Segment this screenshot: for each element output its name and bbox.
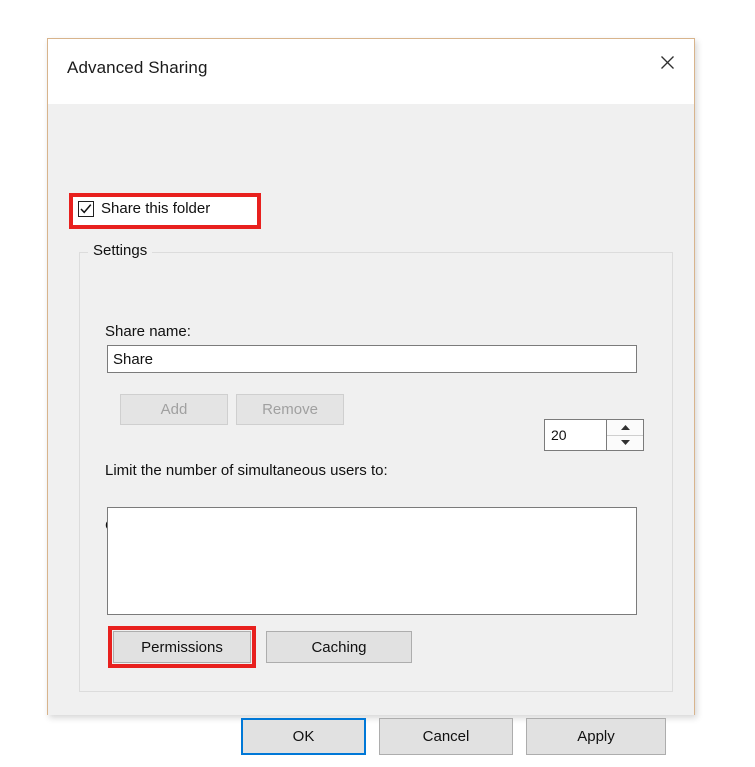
caching-button[interactable]: Caching — [266, 631, 412, 663]
user-limit-stepper[interactable] — [544, 419, 644, 451]
chevron-down-icon[interactable] — [607, 435, 643, 450]
ok-button[interactable]: OK — [241, 718, 366, 755]
share-name-label: Share name: — [105, 323, 191, 340]
apply-button[interactable]: Apply — [526, 718, 666, 755]
advanced-sharing-dialog: Advanced Sharing Share this folder Setti… — [47, 38, 695, 755]
user-limit-label: Limit the number of simultaneous users t… — [105, 462, 388, 479]
remove-button[interactable]: Remove — [236, 394, 344, 425]
chevron-up-glyph — [620, 424, 630, 430]
comments-textarea[interactable] — [107, 507, 637, 615]
dialog-body: Share this folder Settings Share name: A… — [48, 104, 694, 755]
dialog-title: Advanced Sharing — [67, 58, 208, 77]
share-this-folder-checkbox[interactable]: Share this folder — [78, 200, 210, 217]
settings-group-label: Settings — [88, 242, 153, 259]
permissions-button[interactable]: Permissions — [113, 631, 251, 663]
cancel-button[interactable]: Cancel — [379, 718, 513, 755]
checkbox-checked-icon — [78, 200, 94, 217]
chevron-down-glyph — [620, 440, 630, 446]
checkmark-glyph — [80, 203, 92, 214]
close-icon[interactable] — [640, 39, 694, 85]
share-name-input[interactable] — [107, 345, 637, 373]
dialog-titlebar: Advanced Sharing — [48, 39, 694, 104]
share-this-folder-label: Share this folder — [101, 200, 211, 217]
close-x-glyph — [660, 55, 674, 69]
chevron-up-icon[interactable] — [607, 420, 643, 436]
spinner-buttons — [606, 419, 644, 451]
add-button[interactable]: Add — [120, 394, 228, 425]
user-limit-input[interactable] — [544, 419, 606, 451]
